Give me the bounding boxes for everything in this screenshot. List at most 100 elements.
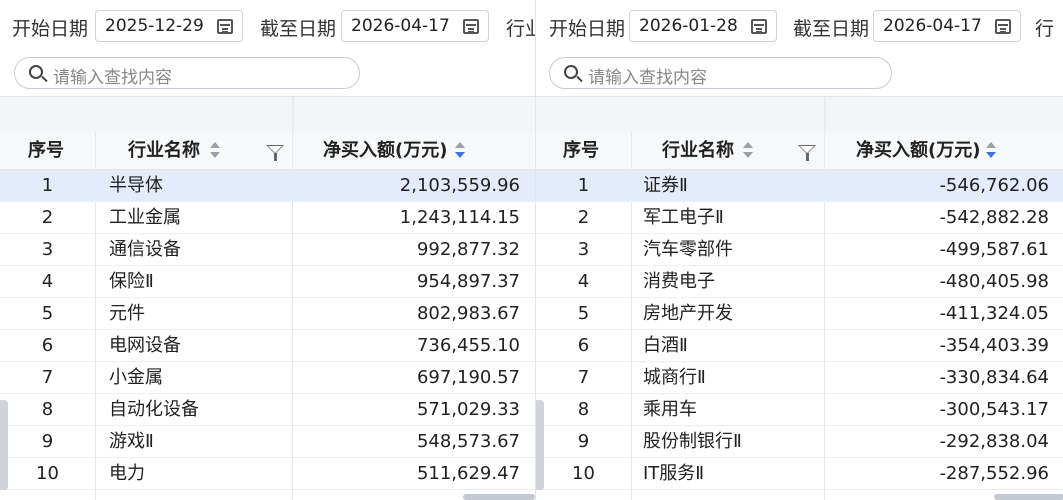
col-header-name[interactable]: 行业名称 — [128, 132, 200, 170]
table-row[interactable]: 3 汽车零部件 -499,587.61 — [536, 234, 1063, 266]
col-header-value[interactable]: 净买入额(万元) — [856, 132, 980, 170]
table-header: 序号 行业名称 净买入额(万元) — [0, 132, 535, 170]
row-industry-name: 通信设备 — [109, 239, 181, 260]
row-net-buy: -292,838.04 — [939, 431, 1049, 452]
filter-icon[interactable] — [266, 145, 284, 161]
search-placeholder: 请输入查找内容 — [53, 68, 172, 88]
row-index: 10 — [36, 463, 59, 484]
row-net-buy: -300,543.17 — [939, 399, 1049, 420]
table-row[interactable]: 6 电网设备 736,455.10 — [0, 330, 535, 362]
row-index: 2 — [577, 207, 590, 228]
column-divider — [824, 97, 826, 133]
row-industry-name: 半导体 — [109, 175, 163, 196]
row-industry-name: 证券Ⅱ — [643, 175, 688, 196]
start-date-field[interactable]: 2026-01-28 — [629, 10, 777, 42]
calendar-icon[interactable] — [463, 19, 479, 34]
horizontal-scrollbar[interactable] — [463, 494, 535, 500]
table-row[interactable]: 10 IT服务Ⅱ -287,552.96 — [536, 458, 1063, 490]
start-date-label: 开始日期 — [549, 18, 626, 40]
row-net-buy: 1,243,114.15 — [399, 207, 520, 228]
row-index: 1 — [41, 175, 54, 196]
search-input[interactable]: 请输入查找内容 — [549, 57, 892, 89]
row-industry-name: 工业金属 — [109, 207, 181, 228]
col-header-name[interactable]: 行业名称 — [662, 132, 734, 170]
row-index: 3 — [41, 239, 54, 260]
search-input[interactable]: 请输入查找内容 — [14, 57, 360, 89]
table-row[interactable]: 7 小金属 697,190.57 — [0, 362, 535, 394]
row-industry-name: 自动化设备 — [109, 399, 199, 420]
row-index: 10 — [572, 463, 595, 484]
calendar-icon[interactable] — [995, 19, 1011, 34]
calendar-icon[interactable] — [217, 19, 233, 34]
row-net-buy: -499,587.61 — [939, 239, 1049, 260]
row-industry-name: 消费电子 — [643, 271, 715, 292]
row-industry-name: 房地产开发 — [643, 303, 733, 324]
table-row[interactable]: 8 自动化设备 571,029.33 — [0, 394, 535, 426]
sort-asc-icon[interactable] — [986, 142, 996, 160]
start-date-label: 开始日期 — [12, 18, 89, 40]
calendar-icon[interactable] — [751, 19, 767, 34]
row-industry-name: 元件 — [109, 303, 145, 324]
row-net-buy: -330,834.64 — [939, 367, 1049, 388]
row-industry-name: 游戏Ⅱ — [109, 431, 154, 452]
row-industry-name: 军工电子Ⅱ — [643, 207, 724, 228]
industry-label: 行 — [1035, 18, 1055, 40]
table-row[interactable]: 7 城商行Ⅱ -330,834.64 — [536, 362, 1063, 394]
row-net-buy: -354,403.39 — [939, 335, 1049, 356]
table-row[interactable]: 5 房地产开发 -411,324.05 — [536, 298, 1063, 330]
row-industry-name: 电网设备 — [109, 335, 181, 356]
table-row[interactable]: 1 证券Ⅱ -546,762.06 — [536, 170, 1063, 202]
search-icon — [29, 65, 43, 79]
row-net-buy: -542,882.28 — [939, 207, 1049, 228]
end-date-value: 2026-04-17 — [883, 16, 982, 36]
row-index: 4 — [577, 271, 590, 292]
table-row[interactable]: 3 通信设备 992,877.32 — [0, 234, 535, 266]
table-row[interactable]: 5 元件 802,983.67 — [0, 298, 535, 330]
row-net-buy: 992,877.32 — [416, 239, 520, 260]
row-index: 1 — [577, 175, 590, 196]
row-industry-name: 股份制银行Ⅱ — [643, 431, 742, 452]
end-date-field[interactable]: 2026-04-17 — [873, 10, 1021, 42]
row-net-buy: 802,983.67 — [416, 303, 520, 324]
table-row[interactable]: 9 股份制银行Ⅱ -292,838.04 — [536, 426, 1063, 458]
resize-handle[interactable] — [0, 400, 8, 490]
net-inflow-panel: 开始日期 2025-12-29 截至日期 2026-04-17 行业 请输入查找… — [0, 0, 535, 500]
col-header-value[interactable]: 净买入额(万元) — [323, 132, 447, 170]
row-net-buy: 736,455.10 — [416, 335, 520, 356]
filter-icon[interactable] — [798, 145, 816, 161]
end-date-field[interactable]: 2026-04-17 — [341, 10, 489, 42]
search-placeholder: 请输入查找内容 — [588, 68, 707, 88]
row-index: 6 — [577, 335, 590, 356]
row-net-buy: 511,629.47 — [416, 463, 520, 484]
row-industry-name: 汽车零部件 — [643, 239, 733, 260]
row-net-buy: -480,405.98 — [939, 271, 1049, 292]
resize-handle[interactable] — [536, 400, 544, 490]
row-index: 7 — [41, 367, 54, 388]
col-header-index: 序号 — [28, 140, 64, 161]
end-date-value: 2026-04-17 — [351, 16, 450, 36]
table-row[interactable]: 4 保险Ⅱ 954,897.37 — [0, 266, 535, 298]
industry-label: 行业 — [506, 18, 535, 40]
row-index: 9 — [41, 431, 54, 452]
row-net-buy: -411,324.05 — [939, 303, 1049, 324]
start-date-field[interactable]: 2025-12-29 — [95, 10, 243, 42]
sort-icon[interactable] — [743, 142, 753, 160]
row-index: 6 — [41, 335, 54, 356]
table-row[interactable]: 9 游戏Ⅱ 548,573.67 — [0, 426, 535, 458]
horizontal-scrollbar[interactable] — [994, 494, 1063, 500]
table-row[interactable]: 6 白酒Ⅱ -354,403.39 — [536, 330, 1063, 362]
table-row[interactable]: 4 消费电子 -480,405.98 — [536, 266, 1063, 298]
row-index: 9 — [577, 431, 590, 452]
table-row[interactable]: 2 工业金属 1,243,114.15 — [0, 202, 535, 234]
row-index: 5 — [41, 303, 54, 324]
row-industry-name: 城商行Ⅱ — [643, 367, 706, 388]
sort-desc-icon[interactable] — [455, 142, 465, 160]
start-date-value: 2026-01-28 — [639, 16, 738, 36]
sort-icon[interactable] — [210, 142, 220, 160]
table-row[interactable]: 2 军工电子Ⅱ -542,882.28 — [536, 202, 1063, 234]
table-row[interactable]: 1 半导体 2,103,559.96 — [0, 170, 535, 202]
row-net-buy: 571,029.33 — [416, 399, 520, 420]
table-row[interactable]: 10 电力 511,629.47 — [0, 458, 535, 490]
row-index: 2 — [41, 207, 54, 228]
table-row[interactable]: 8 乘用车 -300,543.17 — [536, 394, 1063, 426]
